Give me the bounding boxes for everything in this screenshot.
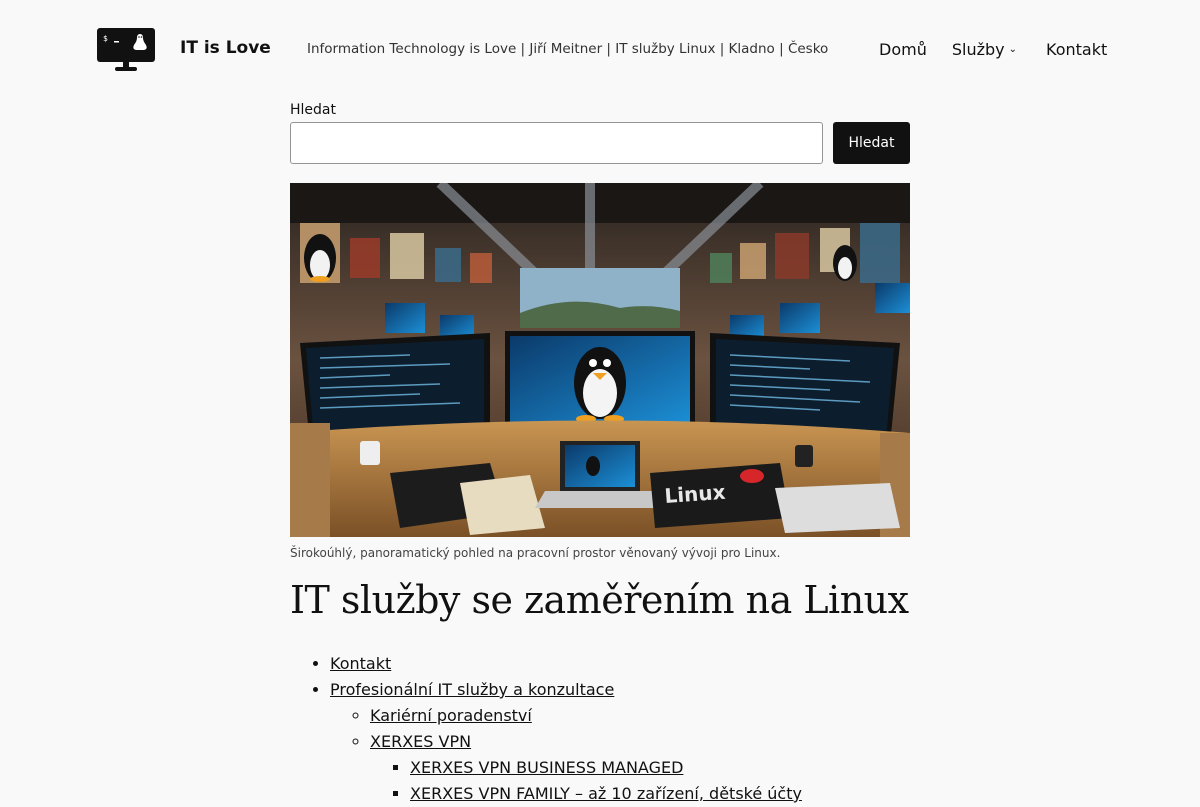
- mousepad-text: Linux: [664, 480, 727, 508]
- nav-services-menu[interactable]: Služby ⌄: [952, 40, 1017, 59]
- list-item: Kariérní poradenství: [370, 703, 802, 729]
- page-heading: IT služby se zaměřením na Linux: [290, 578, 909, 622]
- site-tagline: Information Technology is Love | Jiří Me…: [307, 41, 829, 57]
- search-button[interactable]: Hledat: [833, 122, 910, 164]
- chevron-down-icon[interactable]: ⌄: [1009, 44, 1017, 55]
- hero-image: Linux: [290, 183, 910, 537]
- list-item: XERXES VPN BUSINESS MANAGED: [410, 755, 802, 781]
- hero-caption: Širokoúhlý, panoramatický pohled na prac…: [290, 546, 781, 560]
- search-input[interactable]: [290, 122, 823, 164]
- list-item: Profesionální IT služby a konzultace Kar…: [330, 677, 802, 807]
- main-navigation: Domů Služby ⌄ Kontakt: [879, 40, 1107, 59]
- list-item: XERXES VPN XERXES VPN BUSINESS MANAGED X…: [370, 729, 802, 807]
- link-kontakt[interactable]: Kontakt: [330, 654, 391, 673]
- link-it-services[interactable]: Profesionální IT služby a konzultace: [330, 680, 614, 699]
- svg-text:$: $: [103, 34, 108, 43]
- sub-list: Kariérní poradenství XERXES VPN XERXES V…: [330, 703, 802, 807]
- link-career-advice[interactable]: Kariérní poradenství: [370, 706, 532, 725]
- nav-home-link[interactable]: Domů: [879, 40, 927, 59]
- list-item: XERXES VPN FAMILY – až 10 zařízení, děts…: [410, 781, 802, 807]
- link-xerxes-business[interactable]: XERXES VPN BUSINESS MANAGED: [410, 758, 683, 777]
- list-item: Kontakt: [330, 651, 802, 677]
- sub-sub-list: XERXES VPN BUSINESS MANAGED XERXES VPN F…: [370, 755, 802, 807]
- nav-services-label: Služby: [951, 40, 1005, 59]
- link-xerxes-vpn[interactable]: XERXES VPN: [370, 732, 471, 751]
- page-link-list: Kontakt Profesionální IT služby a konzul…: [330, 651, 802, 807]
- link-xerxes-family[interactable]: XERXES VPN FAMILY – až 10 zařízení, děts…: [410, 784, 802, 803]
- search-label: Hledat: [290, 102, 336, 118]
- site-title[interactable]: IT is Love: [180, 38, 271, 58]
- site-logo[interactable]: $: [97, 28, 155, 72]
- site-header: $ IT is Love Information Technology is L…: [0, 0, 1200, 100]
- nav-contact-link[interactable]: Kontakt: [1046, 40, 1107, 59]
